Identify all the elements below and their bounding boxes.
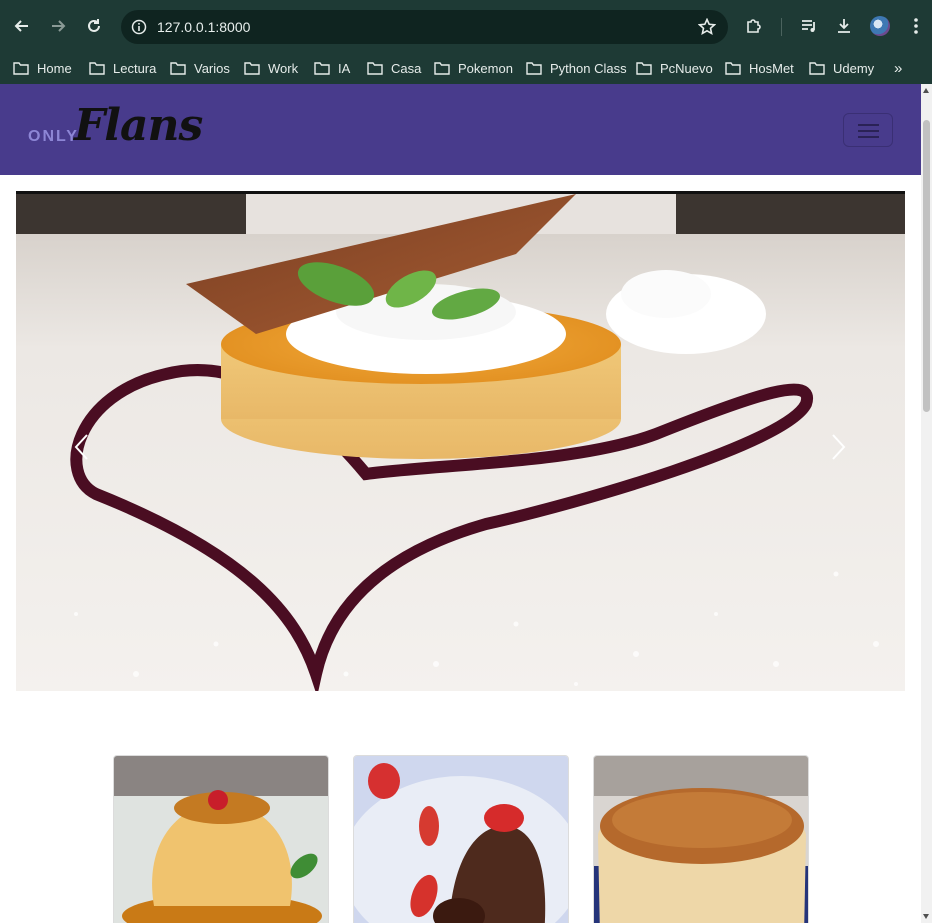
product-card[interactable]	[353, 755, 569, 923]
profile-avatar[interactable]	[870, 16, 890, 36]
folder-icon	[314, 62, 330, 75]
page-scrollbar[interactable]	[921, 84, 932, 923]
reload-button[interactable]	[82, 14, 106, 38]
folder-icon	[434, 62, 450, 75]
bookmark-folder-pokemon[interactable]: Pokemon	[434, 57, 513, 79]
hamburger-icon	[858, 124, 879, 126]
web-page: ONLY Flans	[0, 84, 921, 923]
toolbar-separator	[781, 18, 782, 36]
bookmark-folder-lectura[interactable]: Lectura	[89, 57, 156, 79]
hero-carousel	[16, 191, 905, 691]
arrow-right-icon	[52, 20, 66, 32]
carousel-prev-button[interactable]	[72, 432, 92, 462]
bookmark-label: Varios	[194, 60, 230, 76]
bookmark-folder-python-class[interactable]: Python Class	[526, 57, 627, 79]
reload-icon	[88, 19, 100, 32]
carousel-image	[16, 194, 905, 691]
kebab-menu-icon	[914, 18, 918, 34]
download-icon	[838, 19, 850, 33]
bookmarks-bar: Home Lectura Varios Work IA Casa Pokemon…	[0, 52, 932, 84]
bookmark-label: Lectura	[113, 60, 157, 76]
menu-button[interactable]	[906, 16, 926, 36]
bookmark-label: Home	[37, 60, 72, 76]
bookmark-folder-varios[interactable]: Varios	[170, 57, 230, 79]
bookmark-label: HosMet	[749, 60, 794, 76]
folder-icon	[13, 62, 29, 75]
bookmark-folder-ia[interactable]: IA	[314, 57, 350, 79]
address-bar[interactable]: 127.0.0.1:8000	[121, 10, 728, 44]
bookmark-folder-work[interactable]: Work	[244, 57, 298, 79]
bookmark-folder-udemy[interactable]: Udemy	[809, 57, 874, 79]
bookmark-label: PcNuevo	[660, 60, 713, 76]
folder-icon	[809, 62, 825, 75]
bookmark-folder-pcnuevo[interactable]: PcNuevo	[636, 57, 713, 79]
bookmark-label: Casa	[391, 60, 422, 76]
hamburger-icon	[858, 130, 879, 132]
bookmark-label: IA	[338, 60, 351, 76]
forward-button[interactable]	[46, 14, 70, 38]
hamburger-icon	[858, 136, 879, 138]
folder-icon	[725, 62, 741, 75]
product-image	[594, 756, 808, 923]
browser-toolbar: 127.0.0.1:8000	[0, 0, 932, 52]
folder-icon	[89, 62, 105, 75]
carousel-next-button[interactable]	[828, 432, 848, 462]
bookmark-label: Pokemon	[458, 60, 513, 76]
url-text[interactable]: 127.0.0.1:8000	[157, 19, 250, 35]
arrow-left-icon	[14, 20, 28, 32]
bookmark-folder-casa[interactable]: Casa	[367, 57, 421, 79]
bookmark-label: Work	[268, 60, 299, 76]
chevron-right-icon	[832, 434, 846, 460]
bookmark-label: Python Class	[550, 60, 627, 76]
brand-name: Flans	[74, 100, 203, 151]
playlist-icon	[802, 20, 815, 32]
site-navbar: ONLY Flans	[0, 84, 921, 175]
brand-prefix: ONLY	[28, 128, 79, 145]
bookmark-folder-hosmet[interactable]: HosMet	[725, 57, 794, 79]
downloads-button[interactable]	[834, 16, 854, 36]
folder-icon	[367, 62, 383, 75]
bookmark-label: Udemy	[833, 60, 875, 76]
bookmark-folder-home[interactable]: Home	[13, 57, 72, 79]
scroll-up-arrow-icon[interactable]	[923, 88, 929, 93]
product-card[interactable]	[593, 755, 809, 923]
folder-icon	[244, 62, 260, 75]
bookmark-star-icon[interactable]	[698, 18, 716, 36]
scrollbar-thumb[interactable]	[923, 120, 930, 412]
folder-icon	[170, 62, 186, 75]
folder-icon	[526, 62, 542, 75]
puzzle-icon	[747, 19, 761, 33]
extensions-button[interactable]	[744, 16, 764, 36]
product-image	[114, 756, 328, 923]
brand-logo[interactable]: ONLY Flans	[28, 100, 208, 160]
chevron-left-icon	[74, 434, 88, 460]
bookmarks-overflow-button[interactable]: »	[894, 60, 902, 77]
folder-icon	[636, 62, 652, 75]
product-card[interactable]	[113, 755, 329, 923]
site-info-icon[interactable]	[131, 19, 147, 35]
media-button[interactable]	[799, 16, 819, 36]
product-image	[354, 756, 568, 923]
navbar-toggler-button[interactable]	[843, 113, 893, 147]
back-button[interactable]	[10, 14, 34, 38]
scroll-down-arrow-icon[interactable]	[923, 914, 929, 919]
